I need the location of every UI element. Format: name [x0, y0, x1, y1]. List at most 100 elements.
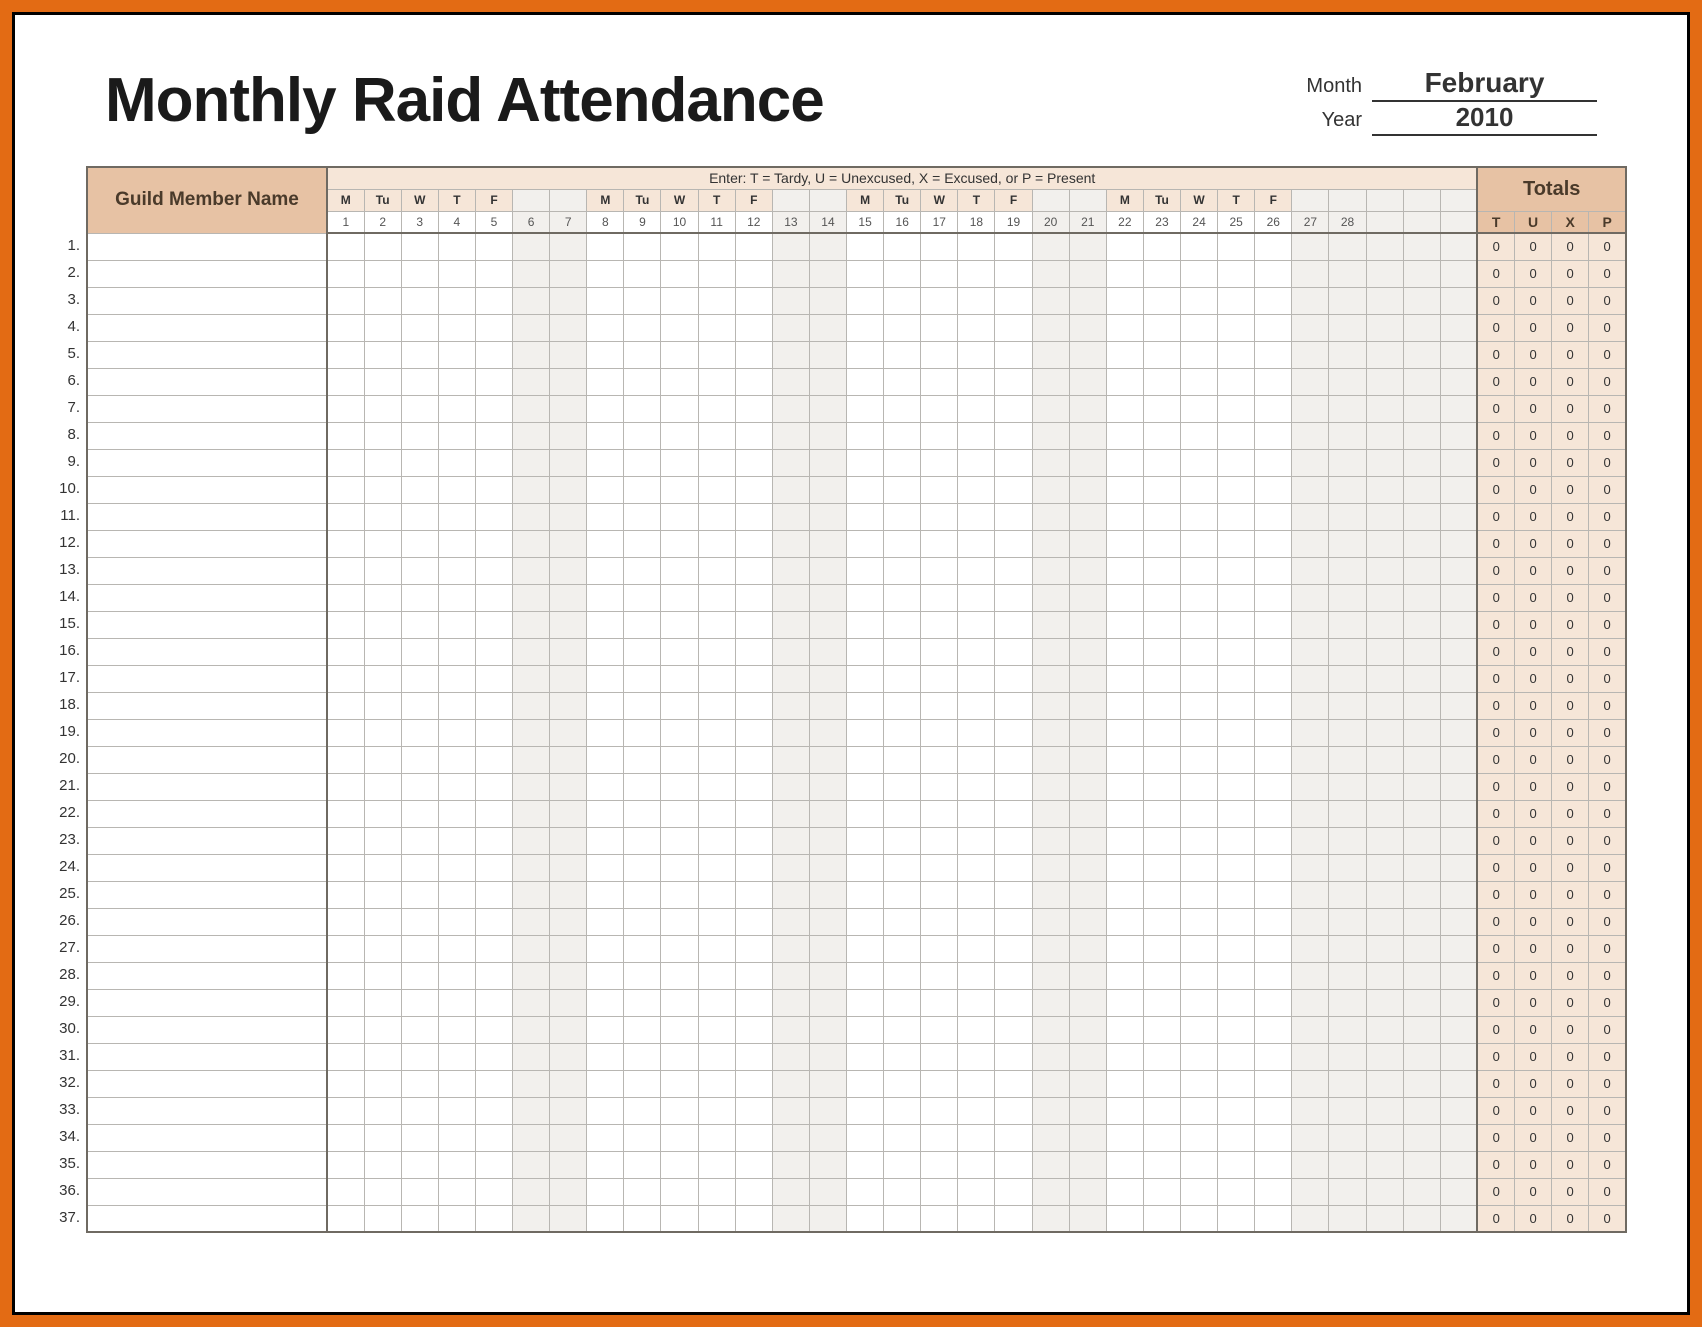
- attendance-cell[interactable]: [809, 341, 846, 368]
- attendance-cell[interactable]: [809, 422, 846, 449]
- attendance-cell[interactable]: [661, 476, 698, 503]
- attendance-cell[interactable]: [1143, 611, 1180, 638]
- attendance-cell[interactable]: [1069, 557, 1106, 584]
- attendance-cell[interactable]: [475, 530, 512, 557]
- attendance-cell[interactable]: [1106, 611, 1143, 638]
- attendance-cell[interactable]: [1218, 1043, 1255, 1070]
- attendance-cell[interactable]: [1143, 503, 1180, 530]
- attendance-cell[interactable]: [1181, 1151, 1218, 1178]
- attendance-cell[interactable]: [1255, 1016, 1292, 1043]
- attendance-cell[interactable]: [958, 584, 995, 611]
- attendance-cell[interactable]: [438, 1178, 475, 1205]
- attendance-cell[interactable]: [1292, 827, 1329, 854]
- attendance-cell[interactable]: [513, 368, 550, 395]
- attendance-cell[interactable]: [995, 1151, 1032, 1178]
- attendance-cell[interactable]: [364, 908, 401, 935]
- attendance-cell[interactable]: [1329, 1070, 1366, 1097]
- attendance-cell[interactable]: [884, 530, 921, 557]
- attendance-cell[interactable]: [438, 989, 475, 1016]
- attendance-cell[interactable]: [1143, 719, 1180, 746]
- attendance-cell[interactable]: [958, 287, 995, 314]
- attendance-cell[interactable]: [624, 314, 661, 341]
- attendance-cell[interactable]: [698, 584, 735, 611]
- attendance-cell[interactable]: [1032, 314, 1069, 341]
- attendance-cell[interactable]: [958, 1151, 995, 1178]
- attendance-cell[interactable]: [1292, 1205, 1329, 1232]
- attendance-cell[interactable]: [401, 665, 438, 692]
- attendance-cell[interactable]: [921, 800, 958, 827]
- attendance-cell[interactable]: [1255, 476, 1292, 503]
- attendance-cell[interactable]: [847, 881, 884, 908]
- attendance-cell[interactable]: [364, 1205, 401, 1232]
- attendance-cell[interactable]: [1181, 287, 1218, 314]
- attendance-cell[interactable]: [401, 557, 438, 584]
- attendance-cell[interactable]: [1255, 341, 1292, 368]
- attendance-cell[interactable]: [847, 1097, 884, 1124]
- attendance-cell[interactable]: [587, 1151, 624, 1178]
- attendance-cell[interactable]: [364, 476, 401, 503]
- attendance-cell[interactable]: [550, 1178, 587, 1205]
- attendance-cell[interactable]: [661, 611, 698, 638]
- attendance-cell[interactable]: [698, 989, 735, 1016]
- attendance-cell[interactable]: [1143, 368, 1180, 395]
- attendance-cell[interactable]: [1069, 854, 1106, 881]
- attendance-cell[interactable]: [958, 422, 995, 449]
- attendance-cell[interactable]: [1292, 1178, 1329, 1205]
- attendance-cell[interactable]: [401, 476, 438, 503]
- attendance-cell[interactable]: [1069, 935, 1106, 962]
- attendance-cell[interactable]: [1032, 1043, 1069, 1070]
- attendance-cell[interactable]: [364, 1124, 401, 1151]
- attendance-cell[interactable]: [1329, 1097, 1366, 1124]
- attendance-cell[interactable]: [364, 611, 401, 638]
- attendance-cell[interactable]: [401, 368, 438, 395]
- attendance-cell[interactable]: [513, 962, 550, 989]
- attendance-cell[interactable]: [772, 665, 809, 692]
- attendance-cell[interactable]: [401, 989, 438, 1016]
- attendance-cell[interactable]: [847, 638, 884, 665]
- attendance-cell[interactable]: [1329, 1151, 1366, 1178]
- attendance-cell[interactable]: [1255, 1205, 1292, 1232]
- attendance-cell[interactable]: [698, 476, 735, 503]
- attendance-cell[interactable]: [735, 368, 772, 395]
- attendance-cell[interactable]: [513, 1043, 550, 1070]
- attendance-cell[interactable]: [995, 1097, 1032, 1124]
- attendance-cell[interactable]: [1106, 962, 1143, 989]
- attendance-cell[interactable]: [995, 233, 1032, 260]
- attendance-cell[interactable]: [772, 233, 809, 260]
- attendance-cell[interactable]: [587, 449, 624, 476]
- attendance-cell[interactable]: [1292, 395, 1329, 422]
- attendance-cell[interactable]: [1329, 476, 1366, 503]
- attendance-cell[interactable]: [587, 962, 624, 989]
- attendance-cell[interactable]: [958, 665, 995, 692]
- attendance-cell[interactable]: [1181, 503, 1218, 530]
- attendance-cell[interactable]: [698, 422, 735, 449]
- attendance-cell[interactable]: [550, 881, 587, 908]
- attendance-cell[interactable]: [958, 719, 995, 746]
- attendance-cell[interactable]: [847, 1178, 884, 1205]
- attendance-cell[interactable]: [587, 1178, 624, 1205]
- attendance-cell[interactable]: [847, 341, 884, 368]
- attendance-cell[interactable]: [587, 827, 624, 854]
- attendance-cell[interactable]: [884, 422, 921, 449]
- attendance-cell[interactable]: [884, 1205, 921, 1232]
- attendance-cell[interactable]: [550, 1205, 587, 1232]
- attendance-cell[interactable]: [661, 287, 698, 314]
- attendance-cell[interactable]: [735, 962, 772, 989]
- attendance-cell[interactable]: [364, 1016, 401, 1043]
- attendance-cell[interactable]: [1069, 1205, 1106, 1232]
- attendance-cell[interactable]: [438, 611, 475, 638]
- attendance-cell[interactable]: [995, 503, 1032, 530]
- attendance-cell[interactable]: [513, 314, 550, 341]
- attendance-cell[interactable]: [401, 1016, 438, 1043]
- attendance-cell[interactable]: [847, 1151, 884, 1178]
- attendance-cell[interactable]: [587, 233, 624, 260]
- attendance-cell[interactable]: [1069, 800, 1106, 827]
- attendance-cell[interactable]: [809, 881, 846, 908]
- attendance-cell[interactable]: [698, 692, 735, 719]
- attendance-cell[interactable]: [587, 260, 624, 287]
- attendance-cell[interactable]: [475, 881, 512, 908]
- attendance-cell[interactable]: [1329, 1016, 1366, 1043]
- attendance-cell[interactable]: [809, 1178, 846, 1205]
- attendance-cell[interactable]: [921, 1097, 958, 1124]
- attendance-cell[interactable]: [1143, 1178, 1180, 1205]
